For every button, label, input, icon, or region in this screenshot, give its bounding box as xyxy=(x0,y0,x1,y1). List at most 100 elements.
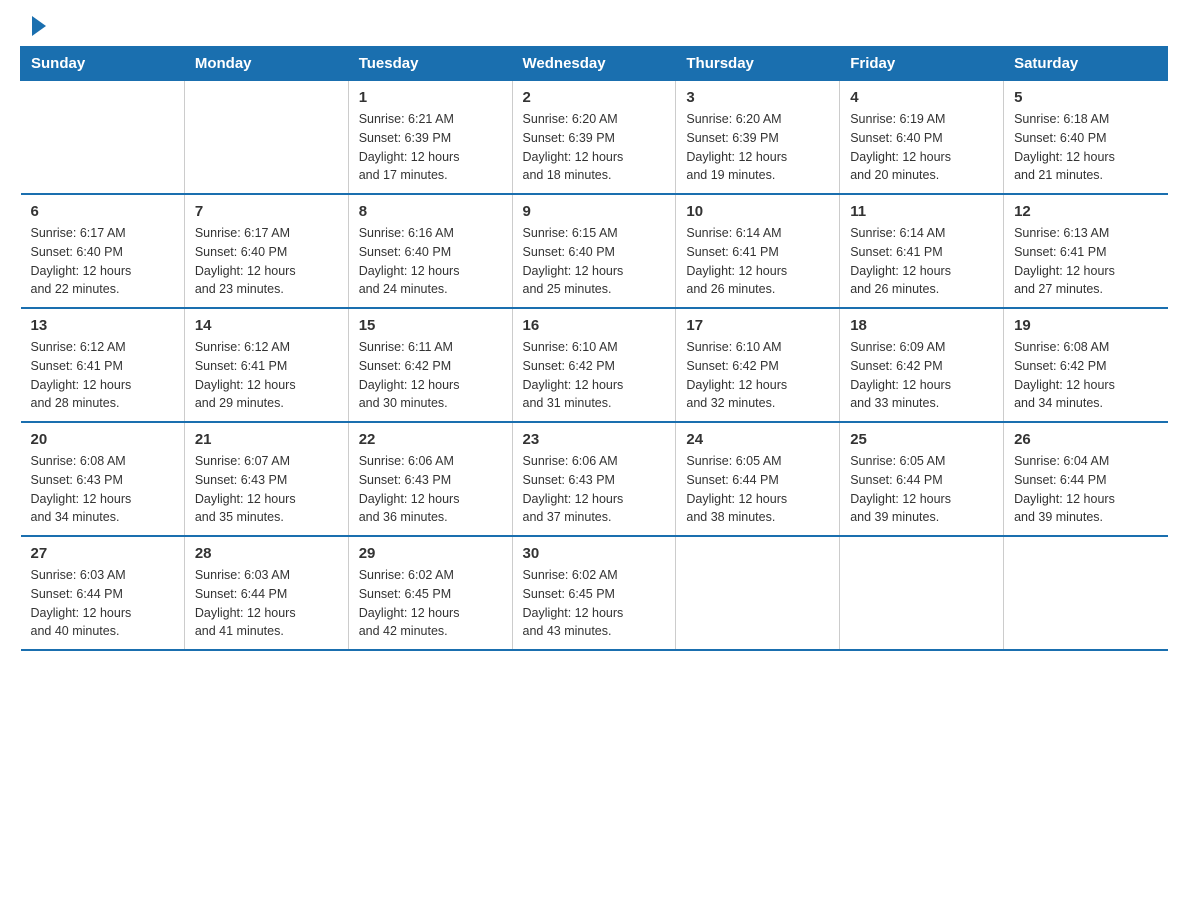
day-number: 30 xyxy=(523,545,666,562)
day-info: Sunrise: 6:08 AMSunset: 6:42 PMDaylight:… xyxy=(1014,338,1157,413)
calendar-cell: 7 Sunrise: 6:17 AMSunset: 6:40 PMDaylight… xyxy=(184,194,348,308)
day-info: Sunrise: 6:09 AMSunset: 6:42 PMDaylight:… xyxy=(850,338,993,413)
day-info: Sunrise: 6:20 AMSunset: 6:39 PMDaylight:… xyxy=(686,110,829,185)
calendar-cell: 21 Sunrise: 6:07 AMSunset: 6:43 PMDayligh… xyxy=(184,422,348,536)
day-info: Sunrise: 6:02 AMSunset: 6:45 PMDaylight:… xyxy=(523,566,666,641)
day-info: Sunrise: 6:14 AMSunset: 6:41 PMDaylight:… xyxy=(850,224,993,299)
day-info: Sunrise: 6:06 AMSunset: 6:43 PMDaylight:… xyxy=(359,452,502,527)
day-number: 10 xyxy=(686,203,829,220)
calendar-cell: 18 Sunrise: 6:09 AMSunset: 6:42 PMDayligh… xyxy=(840,308,1004,422)
calendar-cell: 15 Sunrise: 6:11 AMSunset: 6:42 PMDayligh… xyxy=(348,308,512,422)
calendar-cell: 23 Sunrise: 6:06 AMSunset: 6:43 PMDayligh… xyxy=(512,422,676,536)
day-number: 1 xyxy=(359,89,502,106)
day-number: 5 xyxy=(1014,89,1157,106)
calendar-cell: 11 Sunrise: 6:14 AMSunset: 6:41 PMDayligh… xyxy=(840,194,1004,308)
calendar-week-row: 1 Sunrise: 6:21 AMSunset: 6:39 PMDaylight… xyxy=(21,81,1168,195)
calendar-header-thursday: Thursday xyxy=(676,47,840,81)
day-number: 13 xyxy=(31,317,174,334)
day-info: Sunrise: 6:06 AMSunset: 6:43 PMDaylight:… xyxy=(523,452,666,527)
day-number: 12 xyxy=(1014,203,1157,220)
day-number: 7 xyxy=(195,203,338,220)
day-number: 6 xyxy=(31,203,174,220)
day-info: Sunrise: 6:16 AMSunset: 6:40 PMDaylight:… xyxy=(359,224,502,299)
day-info: Sunrise: 6:17 AMSunset: 6:40 PMDaylight:… xyxy=(31,224,174,299)
day-info: Sunrise: 6:10 AMSunset: 6:42 PMDaylight:… xyxy=(686,338,829,413)
calendar-cell: 14 Sunrise: 6:12 AMSunset: 6:41 PMDayligh… xyxy=(184,308,348,422)
calendar-cell: 22 Sunrise: 6:06 AMSunset: 6:43 PMDayligh… xyxy=(348,422,512,536)
day-info: Sunrise: 6:05 AMSunset: 6:44 PMDaylight:… xyxy=(850,452,993,527)
calendar-week-row: 27 Sunrise: 6:03 AMSunset: 6:44 PMDayligh… xyxy=(21,536,1168,650)
calendar-cell xyxy=(1004,536,1168,650)
calendar-cell: 3 Sunrise: 6:20 AMSunset: 6:39 PMDaylight… xyxy=(676,81,840,195)
calendar-header-saturday: Saturday xyxy=(1004,47,1168,81)
day-info: Sunrise: 6:17 AMSunset: 6:40 PMDaylight:… xyxy=(195,224,338,299)
day-number: 29 xyxy=(359,545,502,562)
calendar-header-row: SundayMondayTuesdayWednesdayThursdayFrid… xyxy=(21,47,1168,81)
calendar-cell xyxy=(21,81,185,195)
day-number: 18 xyxy=(850,317,993,334)
calendar-cell: 19 Sunrise: 6:08 AMSunset: 6:42 PMDayligh… xyxy=(1004,308,1168,422)
page-header xyxy=(0,0,1188,46)
day-number: 23 xyxy=(523,431,666,448)
day-number: 20 xyxy=(31,431,174,448)
day-info: Sunrise: 6:10 AMSunset: 6:42 PMDaylight:… xyxy=(523,338,666,413)
day-info: Sunrise: 6:19 AMSunset: 6:40 PMDaylight:… xyxy=(850,110,993,185)
calendar-cell: 6 Sunrise: 6:17 AMSunset: 6:40 PMDaylight… xyxy=(21,194,185,308)
day-number: 15 xyxy=(359,317,502,334)
calendar-cell: 20Sunrise: 6:08 AMSunset: 6:43 PMDayligh… xyxy=(21,422,185,536)
calendar-week-row: 20Sunrise: 6:08 AMSunset: 6:43 PMDayligh… xyxy=(21,422,1168,536)
calendar-header-tuesday: Tuesday xyxy=(348,47,512,81)
calendar-cell: 28Sunrise: 6:03 AMSunset: 6:44 PMDayligh… xyxy=(184,536,348,650)
logo xyxy=(30,20,50,36)
calendar-header-monday: Monday xyxy=(184,47,348,81)
calendar-cell xyxy=(840,536,1004,650)
day-number: 22 xyxy=(359,431,502,448)
day-number: 8 xyxy=(359,203,502,220)
calendar-cell: 8 Sunrise: 6:16 AMSunset: 6:40 PMDaylight… xyxy=(348,194,512,308)
calendar-week-row: 13 Sunrise: 6:12 AMSunset: 6:41 PMDayligh… xyxy=(21,308,1168,422)
day-number: 24 xyxy=(686,431,829,448)
day-number: 27 xyxy=(31,545,174,562)
day-number: 21 xyxy=(195,431,338,448)
day-info: Sunrise: 6:20 AMSunset: 6:39 PMDaylight:… xyxy=(523,110,666,185)
calendar-cell: 24 Sunrise: 6:05 AMSunset: 6:44 PMDayligh… xyxy=(676,422,840,536)
day-info: Sunrise: 6:12 AMSunset: 6:41 PMDaylight:… xyxy=(195,338,338,413)
day-info: Sunrise: 6:04 AMSunset: 6:44 PMDaylight:… xyxy=(1014,452,1157,527)
calendar-cell: 30 Sunrise: 6:02 AMSunset: 6:45 PMDayligh… xyxy=(512,536,676,650)
day-number: 9 xyxy=(523,203,666,220)
calendar-wrapper: SundayMondayTuesdayWednesdayThursdayFrid… xyxy=(0,46,1188,671)
day-number: 17 xyxy=(686,317,829,334)
calendar-cell: 1 Sunrise: 6:21 AMSunset: 6:39 PMDaylight… xyxy=(348,81,512,195)
day-info: Sunrise: 6:03 AMSunset: 6:44 PMDaylight:… xyxy=(195,566,338,641)
calendar-cell: 16 Sunrise: 6:10 AMSunset: 6:42 PMDayligh… xyxy=(512,308,676,422)
logo-arrow-icon xyxy=(32,16,46,36)
calendar-cell: 27 Sunrise: 6:03 AMSunset: 6:44 PMDayligh… xyxy=(21,536,185,650)
calendar-cell: 10 Sunrise: 6:14 AMSunset: 6:41 PMDayligh… xyxy=(676,194,840,308)
day-info: Sunrise: 6:14 AMSunset: 6:41 PMDaylight:… xyxy=(686,224,829,299)
day-number: 11 xyxy=(850,203,993,220)
calendar-cell: 5 Sunrise: 6:18 AMSunset: 6:40 PMDaylight… xyxy=(1004,81,1168,195)
calendar-cell xyxy=(184,81,348,195)
day-info: Sunrise: 6:03 AMSunset: 6:44 PMDaylight:… xyxy=(31,566,174,641)
day-number: 14 xyxy=(195,317,338,334)
calendar-cell: 2 Sunrise: 6:20 AMSunset: 6:39 PMDaylight… xyxy=(512,81,676,195)
calendar-header-friday: Friday xyxy=(840,47,1004,81)
day-info: Sunrise: 6:13 AMSunset: 6:41 PMDaylight:… xyxy=(1014,224,1157,299)
day-number: 19 xyxy=(1014,317,1157,334)
calendar-cell: 9 Sunrise: 6:15 AMSunset: 6:40 PMDaylight… xyxy=(512,194,676,308)
day-info: Sunrise: 6:11 AMSunset: 6:42 PMDaylight:… xyxy=(359,338,502,413)
day-info: Sunrise: 6:07 AMSunset: 6:43 PMDaylight:… xyxy=(195,452,338,527)
day-number: 2 xyxy=(523,89,666,106)
day-info: Sunrise: 6:12 AMSunset: 6:41 PMDaylight:… xyxy=(31,338,174,413)
calendar-cell: 17 Sunrise: 6:10 AMSunset: 6:42 PMDayligh… xyxy=(676,308,840,422)
calendar-week-row: 6 Sunrise: 6:17 AMSunset: 6:40 PMDaylight… xyxy=(21,194,1168,308)
day-number: 26 xyxy=(1014,431,1157,448)
day-number: 16 xyxy=(523,317,666,334)
day-info: Sunrise: 6:18 AMSunset: 6:40 PMDaylight:… xyxy=(1014,110,1157,185)
day-info: Sunrise: 6:15 AMSunset: 6:40 PMDaylight:… xyxy=(523,224,666,299)
calendar-cell: 29Sunrise: 6:02 AMSunset: 6:45 PMDayligh… xyxy=(348,536,512,650)
day-number: 3 xyxy=(686,89,829,106)
day-info: Sunrise: 6:21 AMSunset: 6:39 PMDaylight:… xyxy=(359,110,502,185)
day-info: Sunrise: 6:05 AMSunset: 6:44 PMDaylight:… xyxy=(686,452,829,527)
calendar-cell: 13 Sunrise: 6:12 AMSunset: 6:41 PMDayligh… xyxy=(21,308,185,422)
